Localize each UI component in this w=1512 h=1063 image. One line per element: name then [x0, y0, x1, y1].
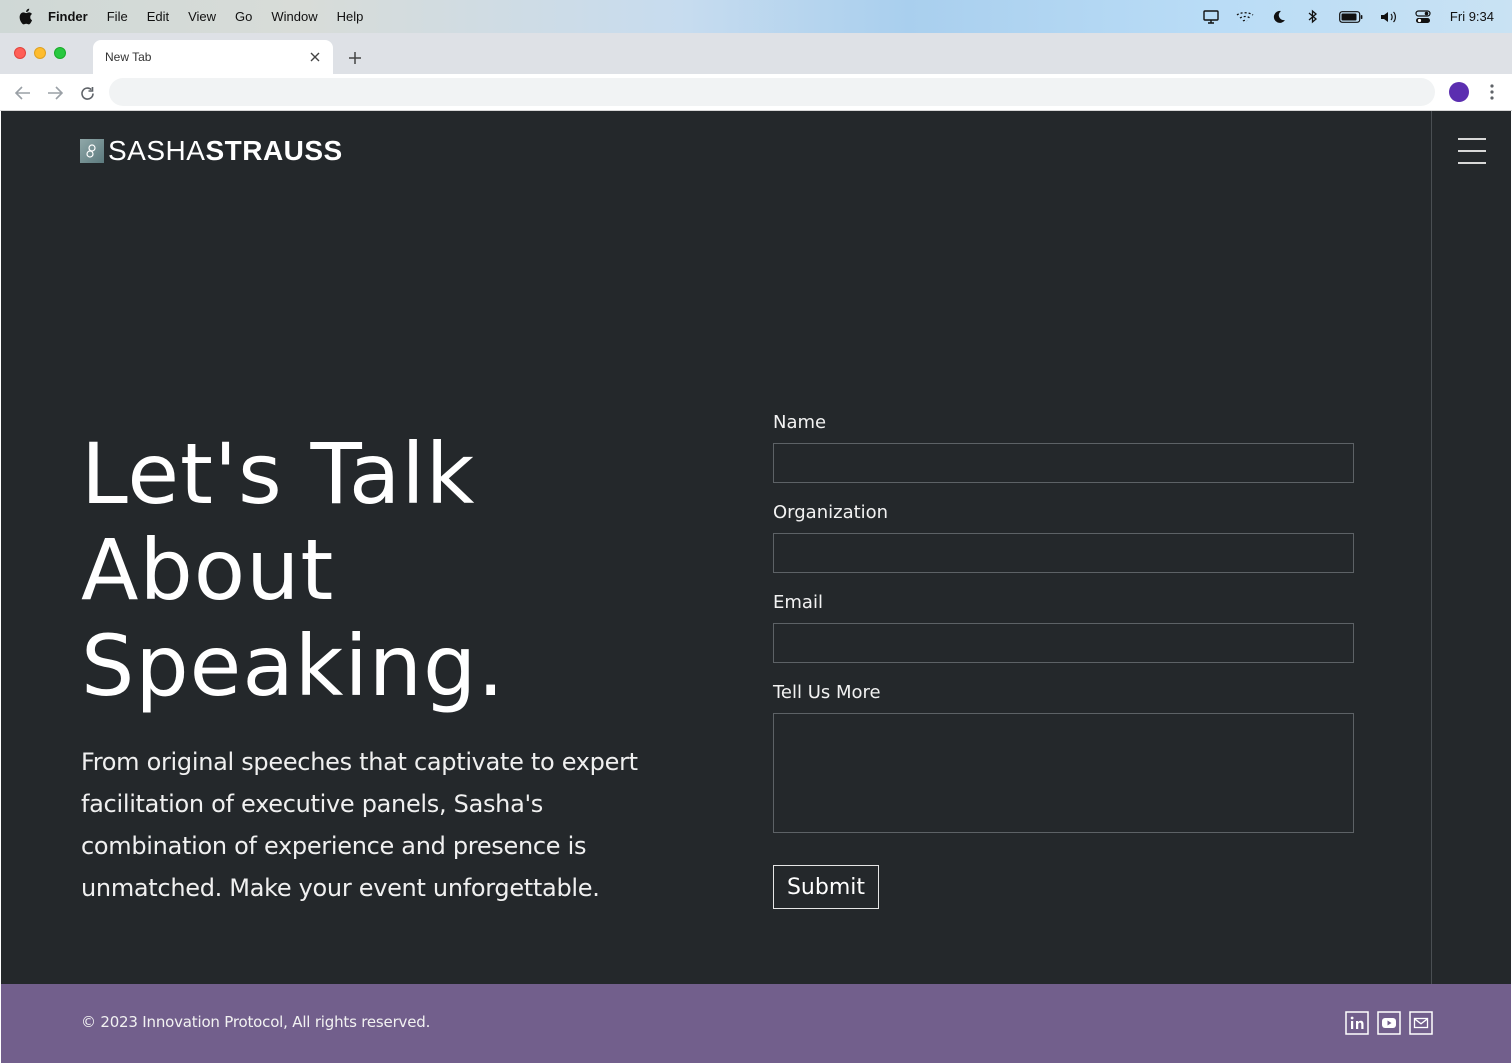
profile-avatar[interactable] — [1449, 82, 1469, 102]
volume-icon[interactable] — [1380, 8, 1398, 26]
window-zoom-button[interactable] — [54, 47, 66, 59]
window-close-button[interactable] — [14, 47, 26, 59]
tab-title: New Tab — [105, 50, 152, 64]
linkedin-icon[interactable] — [1345, 1011, 1369, 1035]
control-center-icon[interactable] — [1414, 8, 1432, 26]
name-input[interactable] — [773, 443, 1354, 483]
email-icon[interactable] — [1409, 1011, 1433, 1035]
macos-menu-bar: Finder File Edit View Go Window Help Fri… — [0, 0, 1512, 33]
email-label: Email — [773, 592, 823, 613]
window-minimize-button[interactable] — [34, 47, 46, 59]
battery-icon[interactable] — [1338, 8, 1364, 26]
footer-copyright: © 2023 Innovation Protocol, All rights r… — [81, 1013, 431, 1031]
hero-title-line-2: About — [81, 521, 335, 619]
name-label: Name — [773, 412, 827, 433]
hero-title-line-3: Speaking. — [81, 617, 506, 715]
address-bar-input[interactable] — [109, 78, 1435, 106]
bluetooth-icon[interactable] — [1304, 8, 1322, 26]
logo-text-light: SASHA — [108, 135, 206, 166]
menu-app-name[interactable]: Finder — [48, 9, 88, 24]
menu-help[interactable]: Help — [337, 9, 364, 24]
forward-arrow-icon[interactable] — [45, 83, 65, 103]
hero-title: Let's Talk About Speaking. — [81, 426, 701, 714]
back-arrow-icon[interactable] — [13, 83, 33, 103]
menu-window[interactable]: Window — [271, 9, 317, 24]
browser-tab[interactable]: New Tab — [93, 40, 333, 74]
message-textarea[interactable] — [773, 713, 1354, 833]
site-logo[interactable]: SASHA STRAUSS — [80, 135, 343, 166]
menu-go[interactable]: Go — [235, 9, 252, 24]
hamburger-menu-icon[interactable] — [1458, 137, 1486, 165]
site-footer: © 2023 Innovation Protocol, All rights r… — [1, 984, 1511, 1063]
hero-description: From original speeches that captivate to… — [81, 748, 638, 902]
hero-title-line-1: Let's Talk — [81, 425, 476, 523]
reload-icon[interactable] — [77, 83, 97, 103]
browser-toolbar — [0, 74, 1512, 111]
moon-icon[interactable] — [1270, 8, 1288, 26]
youtube-icon[interactable] — [1377, 1011, 1401, 1035]
logo-text-bold: STRAUSS — [205, 135, 343, 166]
browser-tab-strip: New Tab — [0, 33, 1512, 74]
email-input[interactable] — [773, 623, 1354, 663]
browser-menu-kebab-icon[interactable] — [1482, 82, 1502, 102]
apple-logo-icon[interactable] — [16, 8, 34, 26]
contact-form: Name Organization Email Tell Us More Sub… — [773, 411, 1355, 909]
message-label: Tell Us More — [773, 682, 881, 703]
webpage: SASHA STRAUSS Let's Talk About Speaking. … — [1, 111, 1511, 1063]
logo-mark-icon — [80, 139, 104, 163]
organization-input[interactable] — [773, 533, 1354, 573]
menubar-clock[interactable]: Fri 9:34 — [1450, 9, 1494, 24]
submit-button[interactable]: Submit — [773, 865, 879, 909]
tab-close-icon[interactable] — [307, 49, 323, 65]
display-icon[interactable] — [1202, 8, 1220, 26]
menu-edit[interactable]: Edit — [147, 9, 169, 24]
menu-view[interactable]: View — [188, 9, 216, 24]
side-rail-divider — [1431, 111, 1432, 984]
organization-label: Organization — [773, 502, 889, 523]
menu-file[interactable]: File — [107, 9, 128, 24]
wifi-off-icon[interactable] — [1236, 8, 1254, 26]
new-tab-plus-icon[interactable] — [345, 48, 365, 68]
